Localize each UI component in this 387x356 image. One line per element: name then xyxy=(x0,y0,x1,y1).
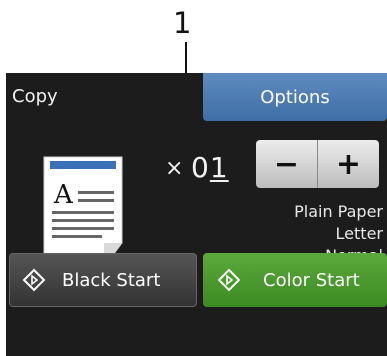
increment-button[interactable]: + xyxy=(318,140,379,188)
start-diamond-icon xyxy=(217,268,241,292)
copy-count-cursor-digit: 1 xyxy=(209,151,229,184)
paper-size-value: Letter xyxy=(335,224,383,243)
paper-type-value: Plain Paper xyxy=(294,202,383,221)
decrement-button[interactable]: − xyxy=(256,140,318,188)
color-start-label: Color Start xyxy=(263,269,360,291)
options-button[interactable]: Options xyxy=(203,73,387,121)
copy-count-multiplier: × xyxy=(165,156,184,181)
copy-count-value[interactable]: 01 xyxy=(191,151,229,184)
screen-title: Copy xyxy=(12,86,58,107)
callout-number: 1 xyxy=(173,6,192,40)
black-start-button[interactable]: Black Start xyxy=(9,253,197,307)
copy-screen: Copy Options A × 01 − + Plain Paper Lett… xyxy=(6,73,387,356)
start-diamond-icon xyxy=(22,268,46,292)
copy-count-stepper: − + xyxy=(256,140,379,188)
copy-count-digit: 0 xyxy=(191,151,210,184)
black-start-label: Black Start xyxy=(62,269,161,291)
color-start-button[interactable]: Color Start xyxy=(203,253,387,307)
document-preview-icon: A xyxy=(43,156,123,268)
svg-text:A: A xyxy=(53,180,74,210)
